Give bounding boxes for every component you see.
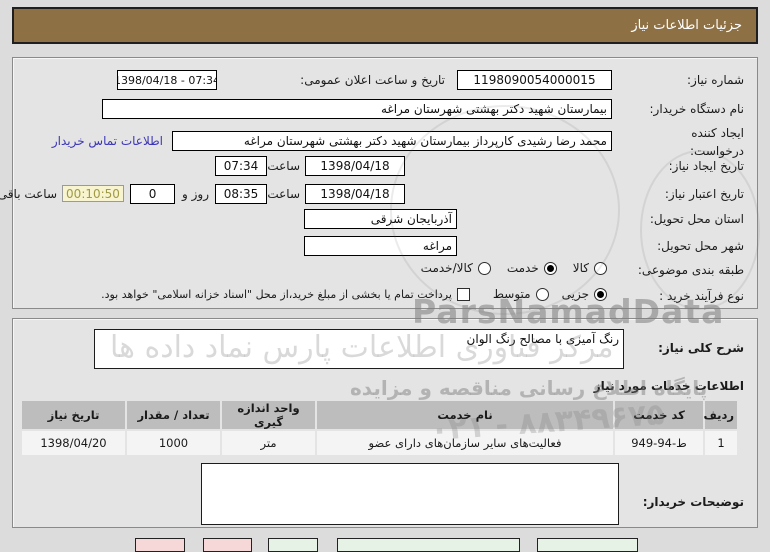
days-and-label: روز و — [182, 187, 209, 201]
cell-service-code: ط-94-949 — [615, 431, 703, 455]
bottom-action-button-1[interactable] — [135, 538, 185, 552]
need-detail-panel: شرح کلی نیاز: رنگ آمیزی با مصالح رنگ الو… — [12, 318, 758, 528]
remaining-days-value[interactable]: 0 — [130, 184, 175, 204]
treasury-checkbox-label: پرداخت تمام یا بخشی از مبلغ خرید،از محل … — [101, 287, 452, 301]
cell-unit: متر — [222, 431, 315, 455]
services-table: ردیف کد خدمت نام خدمت واحد اندازه گیری ت… — [20, 399, 739, 457]
radio-icon[interactable] — [543, 261, 557, 275]
radio-icon[interactable] — [535, 287, 549, 301]
bottom-action-button-3[interactable] — [268, 538, 318, 552]
radio-label: خدمت — [506, 261, 539, 275]
province-label: استان محل تحویل: — [649, 212, 744, 226]
classification-radio-group: کالا خدمت کالا/خدمت — [421, 261, 607, 275]
need-expire-date-label: تاریخ اعتبار نیاز: — [664, 187, 744, 201]
need-expire-date-value[interactable]: 1398/04/18 — [305, 184, 405, 204]
purchase-option-minor[interactable]: جزیی — [562, 287, 607, 301]
need-number-value[interactable]: 1198090054000015 — [457, 70, 612, 90]
classification-label: طبقه بندی موضوعی: — [637, 263, 744, 277]
header-service-code: کد خدمت — [615, 401, 703, 429]
header-service-name: نام خدمت — [317, 401, 613, 429]
general-description-label: شرح کلی نیاز: — [658, 341, 744, 355]
announce-datetime-value[interactable]: 1398/04/18 - 07:34 — [117, 70, 217, 90]
page-title: جزئیات اطلاعات نیاز — [12, 7, 758, 44]
cell-service-name: فعالیت‌های سایر سازمان‌های دارای عضو — [317, 431, 613, 455]
classification-option-service[interactable]: خدمت — [507, 261, 557, 275]
need-number-label: شماره نیاز: — [687, 73, 744, 87]
need-create-time-value[interactable]: 07:34 — [215, 156, 267, 176]
radio-icon[interactable] — [594, 287, 607, 301]
need-expire-hour-label: ساعت — [267, 187, 300, 201]
radio-label: کالا/خدمت — [420, 261, 473, 275]
need-details-page: ParsNamadData مرکز فناوری اطلاعات پارس ن… — [0, 0, 770, 552]
cell-row-index: 1 — [705, 431, 737, 455]
radio-label: کالا — [572, 261, 589, 275]
bottom-action-button-5[interactable] — [537, 538, 638, 552]
need-expire-time-value[interactable]: 08:35 — [215, 184, 267, 204]
purchase-option-medium[interactable]: متوسط — [493, 287, 549, 301]
radio-icon[interactable] — [594, 261, 607, 275]
bottom-action-button-2[interactable] — [203, 538, 252, 552]
services-table-header-row: ردیف کد خدمت نام خدمت واحد اندازه گیری ت… — [22, 401, 737, 429]
header-unit: واحد اندازه گیری — [222, 401, 315, 429]
purchase-type-label: نوع فرآیند خرید : — [659, 289, 744, 303]
countdown-timer: 00:10:50 — [62, 185, 124, 202]
treasury-payment-option[interactable]: پرداخت تمام یا بخشی از مبلغ خرید،از محل … — [101, 287, 470, 301]
city-label: شهر محل تحویل: — [657, 239, 744, 253]
cell-need-date: 1398/04/20 — [22, 431, 125, 455]
buyer-notes-value[interactable] — [201, 463, 619, 525]
services-section-title: اطلاعات خدمات مورد نیاز — [593, 379, 744, 393]
radio-label: متوسط — [492, 287, 531, 301]
buyer-org-label: نام دستگاه خریدار: — [649, 102, 745, 116]
bottom-action-button-4[interactable] — [337, 538, 520, 552]
header-need-date: تاریخ نیاز — [22, 401, 125, 429]
hours-remaining-label: ساعت باقی مانده — [0, 187, 57, 201]
city-value[interactable]: مراغه — [304, 236, 457, 256]
province-value[interactable]: آذربایجان شرقی — [304, 209, 457, 229]
buyer-notes-label: توضیحات خریدار: — [642, 495, 744, 509]
header-row-index: ردیف — [703, 401, 737, 429]
buyer-org-value[interactable]: بیمارستان شهید دکتر بهشتی شهرستان مراغه — [102, 99, 612, 119]
request-creator-value[interactable]: محمد رضا رشیدی کارپرداز بیمارستان شهید د… — [172, 131, 612, 151]
header-quantity: تعداد / مقدار — [127, 401, 220, 429]
general-info-panel: شماره نیاز: 1198090054000015 تاریخ و ساع… — [0, 57, 758, 309]
classification-option-goods-service[interactable]: کالا/خدمت — [421, 261, 491, 275]
need-create-date-value[interactable]: 1398/04/18 — [305, 156, 405, 176]
table-row[interactable]: 1 ط-94-949 فعالیت‌های سایر سازمان‌های دا… — [22, 431, 737, 455]
general-description-value[interactable]: رنگ آمیزی با مصالح رنگ الوان — [94, 329, 624, 369]
cell-quantity: 1000 — [127, 431, 220, 455]
page-title-label: جزئیات اطلاعات نیاز — [631, 18, 742, 33]
radio-icon[interactable] — [477, 261, 491, 275]
radio-label: جزیی — [561, 287, 589, 301]
need-create-hour-label: ساعت — [267, 159, 300, 173]
purchase-type-radio-group: جزیی متوسط پرداخت تمام یا بخشی از مبلغ خ… — [101, 287, 607, 301]
treasury-checkbox-icon[interactable] — [456, 287, 470, 301]
announce-datetime-label: تاریخ و ساعت اعلان عمومی: — [300, 73, 445, 87]
request-creator-label: ایجاد کننده درخواست: — [690, 126, 744, 158]
classification-option-goods[interactable]: کالا — [573, 261, 607, 275]
buyer-contact-link[interactable]: اطلاعات تماس خریدار — [52, 134, 163, 148]
need-create-date-label: تاریخ ایجاد نیاز: — [668, 159, 744, 173]
